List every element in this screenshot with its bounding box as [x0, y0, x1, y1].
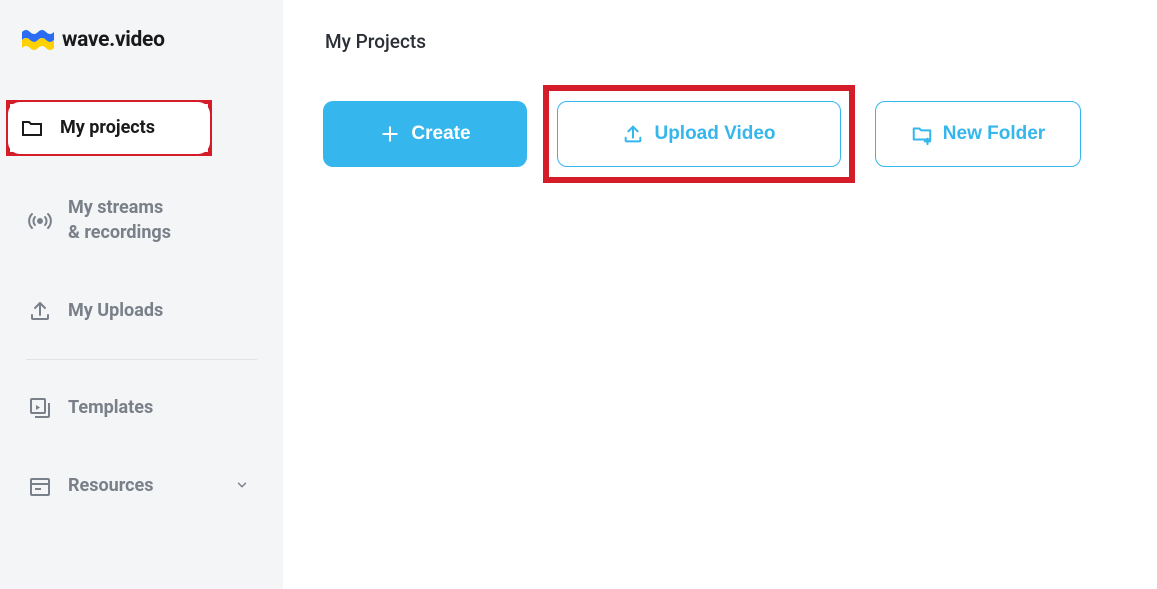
upload-icon: [28, 299, 52, 323]
sidebar-item-resources[interactable]: Resources: [16, 460, 267, 512]
plus-icon: [379, 123, 401, 145]
sidebar-item-templates[interactable]: Templates: [16, 382, 267, 434]
brand-logo[interactable]: wave.video: [16, 28, 267, 52]
sidebar-item-my-uploads[interactable]: My Uploads: [16, 285, 267, 337]
sidebar-item-label: Resources: [68, 474, 154, 498]
new-folder-button[interactable]: New Folder: [875, 101, 1081, 167]
action-buttons-row: Create Upload Video: [323, 85, 1117, 183]
sidebar-item-label: Templates: [68, 396, 153, 420]
sidebar-item-my-streams[interactable]: My streams & recordings: [16, 182, 267, 259]
create-button[interactable]: Create: [323, 101, 527, 167]
highlight-my-projects: My projects: [6, 100, 212, 156]
upload-video-button[interactable]: Upload Video: [557, 101, 841, 167]
broadcast-icon: [28, 209, 52, 233]
sidebar-item-label: My Uploads: [68, 299, 163, 323]
sidebar-item-my-projects[interactable]: My projects: [8, 102, 210, 154]
sidebar-item-label: My streams & recordings: [68, 196, 171, 245]
new-folder-icon: [911, 123, 933, 145]
upload-icon: [622, 123, 644, 145]
resources-icon: [28, 475, 52, 499]
button-label: Create: [411, 123, 470, 145]
sidebar-item-label: My projects: [60, 116, 155, 140]
button-label: Upload Video: [654, 123, 775, 145]
main-content: My Projects Create Upload: [283, 0, 1157, 589]
sidebar: wave.video My projects My streams & reco…: [0, 0, 283, 589]
sidebar-divider: [26, 359, 257, 360]
button-label: New Folder: [943, 123, 1045, 145]
brand-name: wave.video: [62, 28, 165, 52]
page-title: My Projects: [325, 30, 1117, 53]
folder-icon: [20, 116, 44, 140]
templates-icon: [28, 396, 52, 420]
highlight-upload-video: Upload Video: [543, 85, 855, 183]
chevron-down-icon: [235, 476, 249, 497]
wave-logo-icon: [22, 28, 54, 52]
